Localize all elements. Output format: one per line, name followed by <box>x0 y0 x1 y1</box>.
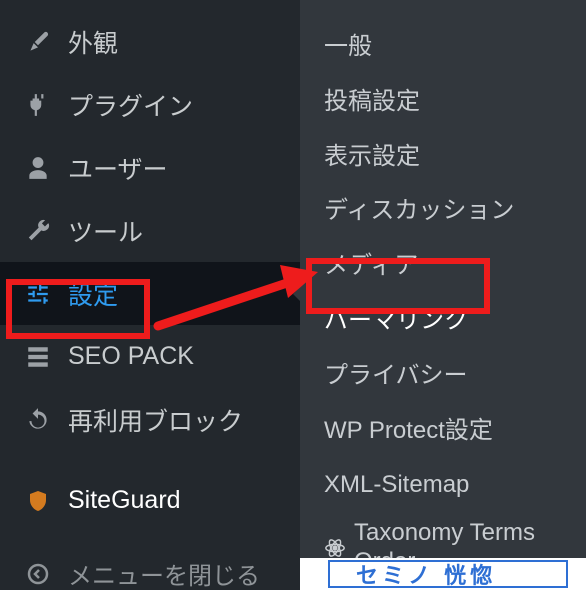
plug-icon <box>22 92 54 118</box>
submenu-item-label: パーマリンク <box>324 307 468 336</box>
admin-sidebar: 外観 プラグイン ユーザー ツール 設定 <box>0 0 300 590</box>
reuse-icon <box>22 407 54 433</box>
sidebar-collapse[interactable]: メニューを閉じる <box>0 546 300 590</box>
shield-icon <box>22 489 54 513</box>
submenu-item-label: 投稿設定 <box>324 88 420 117</box>
submenu-item-permalink[interactable]: パーマリンク <box>300 294 586 349</box>
sidebar-collapse-label: メニューを閉じる <box>68 556 260 590</box>
submenu-item-writing[interactable]: 投稿設定 <box>300 75 586 130</box>
sidebar-item-reusable-blocks[interactable]: 再利用ブロック <box>0 388 300 451</box>
submenu-item-label: プライバシー <box>324 362 468 391</box>
wrench-icon <box>22 218 54 244</box>
submenu-item-label: 一般 <box>324 33 372 62</box>
sidebar-item-seopack[interactable]: SEO PACK <box>0 325 300 388</box>
list-icon <box>22 344 54 370</box>
sidebar-item-label: ツール <box>68 213 143 249</box>
submenu-item-privacy[interactable]: プライバシー <box>300 349 586 404</box>
sidebar-item-siteguard[interactable]: SiteGuard <box>0 469 300 532</box>
submenu-item-wpprotect[interactable]: WP Protect設定 <box>300 404 586 459</box>
sidebar-item-label: 設定 <box>68 276 118 312</box>
sidebar-item-label: SiteGuard <box>68 486 181 515</box>
submenu-item-discussion[interactable]: ディスカッション <box>300 184 586 239</box>
submenu-item-label: WP Protect設定 <box>324 417 493 446</box>
submenu-item-general[interactable]: 一般 <box>300 20 586 75</box>
sidebar-item-label: 外観 <box>68 24 118 60</box>
screenshot-root: { "sidebar": { "items": [ { "label": "外観… <box>0 0 586 590</box>
sidebar-item-settings[interactable]: 設定 <box>0 262 300 325</box>
sidebar-item-label: SEO PACK <box>68 342 194 371</box>
brush-icon <box>22 29 54 55</box>
sliders-icon <box>22 281 54 307</box>
page-content-text: セミノ 恍惚 <box>356 558 496 590</box>
submenu-item-reading[interactable]: 表示設定 <box>300 130 586 185</box>
submenu-item-label: XML-Sitemap <box>324 471 469 500</box>
submenu-item-media[interactable]: メディア <box>300 239 586 294</box>
sidebar-item-plugins[interactable]: プラグイン <box>0 73 300 136</box>
submenu-item-label: 表示設定 <box>324 143 420 172</box>
user-icon <box>22 155 54 181</box>
collapse-icon <box>22 562 54 586</box>
sidebar-item-appearance[interactable]: 外観 <box>0 10 300 73</box>
sidebar-item-label: プラグイン <box>68 87 193 123</box>
submenu-item-label: ディスカッション <box>324 197 514 226</box>
sidebar-item-label: ユーザー <box>68 150 168 186</box>
sidebar-item-label: 再利用ブロック <box>68 402 243 438</box>
submenu-item-xmlsitemap[interactable]: XML-Sitemap <box>300 458 586 513</box>
sidebar-item-tools[interactable]: ツール <box>0 199 300 262</box>
sidebar-item-users[interactable]: ユーザー <box>0 136 300 199</box>
settings-submenu: 一般 投稿設定 表示設定 ディスカッション メディア パーマリンク プライバシー… <box>300 0 586 560</box>
submenu-item-label: メディア <box>324 252 418 281</box>
atom-icon <box>324 537 346 559</box>
